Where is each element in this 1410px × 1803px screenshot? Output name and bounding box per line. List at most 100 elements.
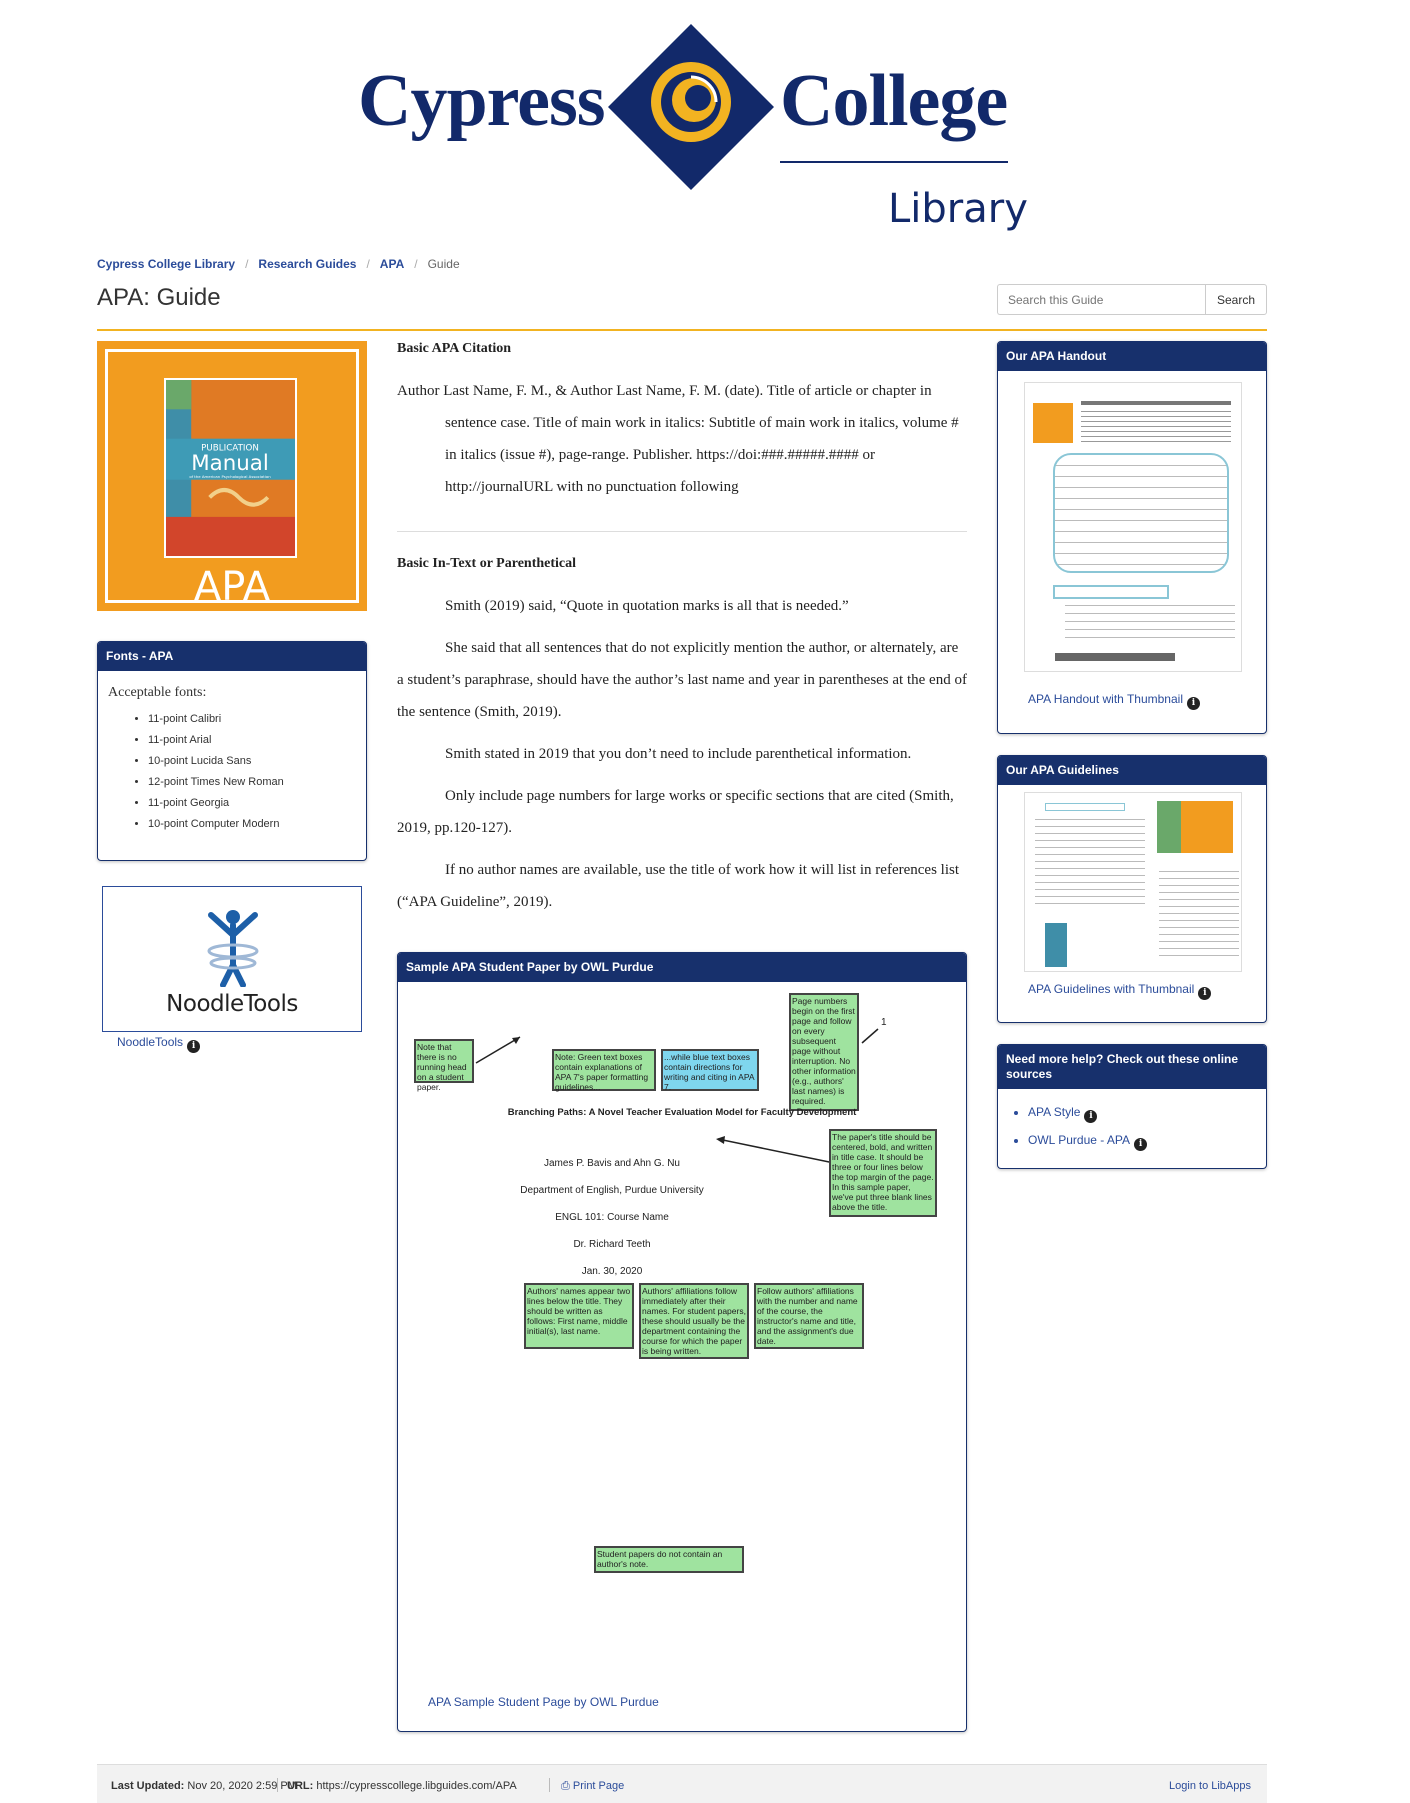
printer-icon: ⎙ (561, 1780, 570, 1792)
noodletools-figure-icon (207, 910, 259, 987)
guidelines-link[interactable]: APA Guidelines with Thumbnail i (1028, 982, 1212, 1000)
url-value: https://cypresscollege.libguides.com/APA (316, 1780, 517, 1792)
owl-sample-link[interactable]: APA Sample Student Page by OWL Purdue (428, 1695, 659, 1709)
guidelines-box-title: Our APA Guidelines (998, 756, 1266, 785)
handout-reference-lines (1065, 605, 1235, 645)
note-authors: Authors' names appear two lines below th… (524, 1283, 634, 1349)
handout-link[interactable]: APA Handout with Thumbnail i (1028, 692, 1200, 710)
cover-frame: PUBLICATION Manual of the American Psych… (105, 349, 359, 610)
list-item: 10-point Computer Modern (148, 818, 366, 830)
college-seal-icon (608, 24, 774, 190)
noodletools-brand: NoodleTools (166, 991, 298, 1017)
handout-text-lines (1081, 411, 1231, 445)
handout-in-text-callout (1053, 453, 1229, 573)
search-input[interactable] (997, 284, 1205, 315)
sample-paper-instructor: Dr. Richard Teeth (573, 1239, 651, 1250)
apa-style-link[interactable]: APA Style (1028, 1105, 1080, 1119)
info-icon[interactable]: i (1186, 697, 1200, 710)
list-item: 11-point Arial (148, 734, 366, 746)
apa-help-online-badge (1045, 923, 1067, 967)
logo-word-college: College (780, 60, 1008, 142)
note-affiliations: Authors' affiliations follow immediately… (639, 1283, 749, 1359)
handout-box-title: Our APA Handout (998, 342, 1266, 371)
noodletools-link-text: NoodleTools (117, 1035, 184, 1049)
guidelines-link-text: APA Guidelines with Thumbnail (1028, 982, 1195, 996)
guidelines-text-lines (1035, 819, 1145, 909)
info-icon[interactable]: i (187, 1040, 201, 1053)
page-footer: Last Updated: Nov 20, 2020 2:59 PM URL: … (97, 1764, 1267, 1803)
logo-word-cypress: Cypress (358, 60, 606, 142)
guidelines-callout (1045, 803, 1125, 811)
noodletools-link[interactable]: NoodleTools i (117, 1035, 201, 1053)
help-box-title: Need more help? Check out these online s… (998, 1045, 1266, 1089)
intext-paragraph: If no author names are available, use th… (397, 862, 960, 910)
note-title: The paper's title should be centered, bo… (829, 1129, 937, 1217)
handout-thumbnail[interactable] (1024, 382, 1242, 672)
list-item: OWL Purdue - APA i (1028, 1133, 1266, 1151)
handout-heading-line (1081, 401, 1231, 405)
handout-box: Our APA Handout APA Handout with Thumbna… (997, 341, 1267, 734)
intext-paragraph: Smith (2019) said, “Quote in quotation m… (445, 598, 849, 614)
help-links-list: APA Style i OWL Purdue - APA i (1028, 1105, 1266, 1151)
url-label: URL: (287, 1780, 314, 1792)
last-updated-value: Nov 20, 2020 2:59 PM (187, 1780, 297, 1792)
info-icon[interactable]: i (1084, 1110, 1098, 1123)
footer-divider (549, 1778, 550, 1792)
logo-library: Library (888, 186, 1028, 232)
breadcrumb-cypress-college-library[interactable]: Cypress College Library (97, 257, 235, 271)
sample-paper-title: Branching Paths: A Novel Teacher Evaluat… (507, 1107, 857, 1118)
main-content: Basic APA Citation Author Last Name, F. … (397, 341, 967, 928)
owl-purdue-apa-link[interactable]: OWL Purdue - APA (1028, 1133, 1130, 1147)
fonts-lead: Acceptable fonts: (108, 685, 207, 700)
intext-paragraph: Only include page numbers for large work… (397, 788, 954, 836)
handout-footer-line (1055, 653, 1175, 661)
last-updated: Last Updated: Nov 20, 2020 2:59 PM (111, 1780, 297, 1792)
fonts-list: 11-point Calibri 11-point Arial 10-point… (148, 713, 366, 830)
manual-book-image: PUBLICATION Manual of the American Psych… (164, 378, 297, 558)
sample-paper-authors: James P. Bavis and Ahn G. Nu (543, 1158, 680, 1169)
owl-box-title: Sample APA Student Paper by OWL Purdue (398, 953, 966, 982)
search-button[interactable]: Search (1205, 284, 1267, 315)
login-to-libapps-link[interactable]: Login to LibApps (1169, 1780, 1251, 1792)
noodletools-image[interactable]: NoodleTools (102, 886, 362, 1032)
guidelines-text-lines-right (1159, 871, 1239, 961)
sample-paper-course: ENGL 101: Course Name (555, 1212, 669, 1223)
guide-search: Search (997, 284, 1267, 315)
cover-apa-word: APA (193, 564, 271, 610)
info-icon[interactable]: i (1198, 987, 1212, 1000)
info-icon[interactable]: i (1134, 1138, 1148, 1151)
guidelines-thumbnail[interactable] (1024, 792, 1242, 972)
footer-divider (277, 1778, 278, 1792)
apa-style-badge (1033, 403, 1073, 443)
sample-paper-image[interactable]: Note that there is no running head on a … (398, 983, 966, 1731)
breadcrumb-research-guides[interactable]: Research Guides (258, 257, 356, 271)
guidelines-cover-stripe (1157, 801, 1181, 853)
list-item: 12-point Times New Roman (148, 776, 366, 788)
fonts-box-title: Fonts - APA (98, 642, 366, 671)
list-item: APA Style i (1028, 1105, 1266, 1123)
handout-references-callout (1053, 585, 1169, 599)
guidelines-box: Our APA Guidelines APA Guidelines with T… (997, 755, 1267, 1023)
owl-sample-paper-box: Sample APA Student Paper by OWL Purdue N… (397, 952, 967, 1732)
cover-manual: Manual (191, 451, 268, 476)
list-item: 11-point Calibri (148, 713, 366, 725)
print-page-button[interactable]: ⎙ Print Page (561, 1780, 624, 1793)
citation-heading: Basic APA Citation (397, 341, 512, 356)
intext-paragraph: She said that all sentences that do not … (397, 640, 967, 720)
print-page-label: Print Page (572, 1780, 625, 1792)
intext-heading: Basic In-Text or Parenthetical (397, 556, 577, 571)
breadcrumb-apa[interactable]: APA (380, 257, 404, 271)
help-box: Need more help? Check out these online s… (997, 1044, 1267, 1169)
cover-subtitle: of the American Psychological Associatio… (189, 474, 271, 479)
citation-text: Author Last Name, F. M., & Author Last N… (397, 383, 959, 495)
list-item: 11-point Georgia (148, 797, 366, 809)
note-author-note: Student papers do not contain an author'… (594, 1546, 744, 1573)
logo-rule (780, 161, 1008, 163)
page-url: URL: https://cypresscollege.libguides.co… (287, 1780, 517, 1792)
intext-paragraph: Smith stated in 2019 that you don’t need… (445, 746, 912, 762)
cypress-college-library-logo[interactable]: Cypress College Library (358, 18, 1028, 232)
breadcrumb-separator: / (366, 257, 370, 271)
breadcrumb-separator: / (414, 257, 418, 271)
breadcrumb: Cypress College Library / Research Guide… (97, 257, 460, 271)
breadcrumb-separator: / (245, 257, 249, 271)
